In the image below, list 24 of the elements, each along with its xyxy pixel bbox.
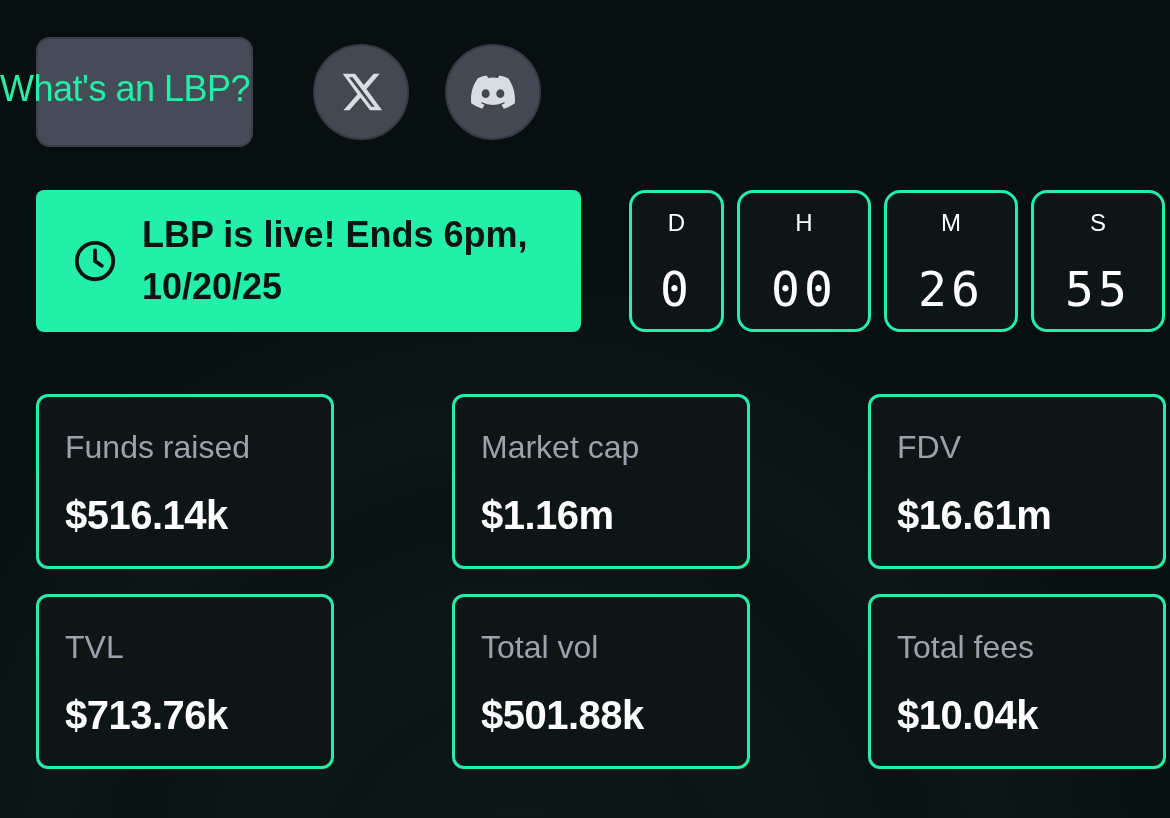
stat-value: $501.88k (481, 692, 645, 739)
countdown-value: 0 (660, 260, 693, 319)
stat-label: Total vol (481, 628, 600, 667)
countdown-label: H (795, 208, 813, 238)
clock-icon (72, 238, 118, 284)
countdown-label: D (667, 208, 686, 238)
banner-text: LBP is live! Ends 6pm, 10/20/25 (142, 212, 529, 309)
stat-label: FDV (897, 428, 962, 467)
stat-label: Funds raised (65, 428, 251, 467)
stat-value: $10.04k (897, 692, 1040, 739)
discord-logo-icon (471, 75, 515, 109)
countdown-value: 26 (918, 260, 984, 319)
countdown-label: M (941, 208, 961, 238)
stat-label: TVL (65, 628, 125, 667)
stat-value: $713.76k (65, 692, 229, 739)
stat-value: $516.14k (65, 492, 229, 539)
help-link[interactable]: What's an LBP? (0, 67, 250, 111)
stat-value: $1.16m (481, 492, 615, 539)
countdown-label: S (1090, 208, 1106, 238)
stat-label: Market cap (481, 428, 641, 467)
stat-label: Total fees (897, 628, 1035, 667)
countdown-value: 00 (771, 260, 837, 319)
countdown-value: 55 (1065, 260, 1131, 319)
stat-value: $16.61m (897, 492, 1053, 539)
